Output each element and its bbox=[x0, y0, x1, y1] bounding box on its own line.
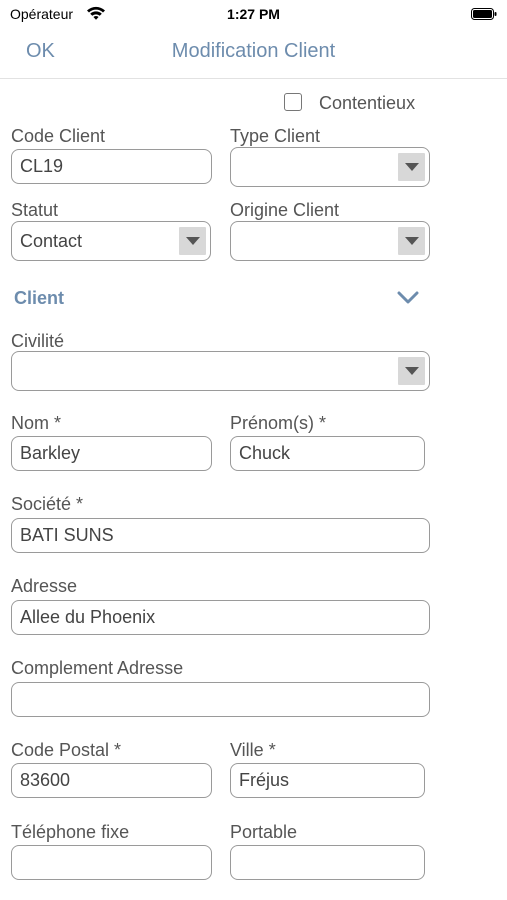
telephone-fixe-field[interactable] bbox=[11, 845, 212, 880]
statut-select[interactable]: Contact bbox=[11, 221, 211, 261]
adresse-value: Allee du Phoenix bbox=[20, 607, 156, 627]
prenom-label: Prénom(s) * bbox=[230, 413, 327, 433]
nom-field[interactable]: Barkley bbox=[11, 436, 212, 471]
nav-divider bbox=[0, 78, 507, 79]
code-client-value: CL19 bbox=[20, 156, 64, 176]
nom-value: Barkley bbox=[20, 443, 81, 463]
societe-field[interactable]: BATI SUNS bbox=[11, 518, 430, 553]
civilite-select[interactable] bbox=[11, 351, 430, 391]
statut-label: Statut bbox=[11, 200, 59, 220]
code-postal-label: Code Postal * bbox=[11, 740, 122, 760]
status-time: 1:27 PM bbox=[227, 6, 280, 22]
portable-label: Portable bbox=[230, 822, 298, 842]
status-bar: Opérateur 1:27 PM bbox=[0, 0, 507, 30]
prenom-field[interactable]: Chuck bbox=[230, 436, 425, 471]
chevron-down-icon[interactable] bbox=[397, 291, 419, 305]
type-client-select[interactable] bbox=[230, 147, 430, 187]
dropdown-arrow-icon[interactable] bbox=[179, 227, 206, 255]
prenom-value: Chuck bbox=[239, 443, 291, 463]
adresse-field[interactable]: Allee du Phoenix bbox=[11, 600, 430, 635]
section-client-title[interactable]: Client bbox=[14, 288, 64, 309]
ville-value: Fréjus bbox=[239, 770, 290, 790]
code-client-field[interactable]: CL19 bbox=[11, 149, 212, 184]
code-postal-field[interactable]: 83600 bbox=[11, 763, 212, 798]
ville-field[interactable]: Fréjus bbox=[230, 763, 425, 798]
portable-field[interactable] bbox=[230, 845, 425, 880]
adresse-label: Adresse bbox=[11, 576, 78, 596]
origine-client-label: Origine Client bbox=[230, 200, 340, 220]
complement-adresse-field[interactable] bbox=[11, 682, 430, 717]
societe-value: BATI SUNS bbox=[20, 525, 114, 545]
societe-label: Société * bbox=[11, 494, 84, 514]
battery-icon bbox=[471, 8, 497, 20]
dropdown-arrow-icon[interactable] bbox=[398, 227, 425, 255]
contentieux-checkbox[interactable] bbox=[284, 93, 302, 111]
dropdown-arrow-icon[interactable] bbox=[398, 153, 425, 181]
dropdown-arrow-icon[interactable] bbox=[398, 357, 425, 385]
code-postal-value: 83600 bbox=[20, 770, 71, 790]
statut-value: Contact bbox=[20, 230, 83, 251]
code-client-label: Code Client bbox=[11, 126, 106, 146]
telephone-fixe-label: Téléphone fixe bbox=[11, 822, 130, 842]
ville-label: Ville * bbox=[230, 740, 276, 760]
complement-adresse-label: Complement Adresse bbox=[11, 658, 184, 678]
nom-label: Nom * bbox=[11, 413, 62, 433]
civilite-label: Civilité bbox=[11, 331, 65, 351]
contentieux-label: Contentieux bbox=[319, 93, 416, 113]
ok-button[interactable]: OK bbox=[26, 40, 55, 63]
page-title: Modification Client bbox=[171, 40, 336, 62]
origine-client-select[interactable] bbox=[230, 221, 430, 261]
type-client-label: Type Client bbox=[230, 126, 321, 146]
